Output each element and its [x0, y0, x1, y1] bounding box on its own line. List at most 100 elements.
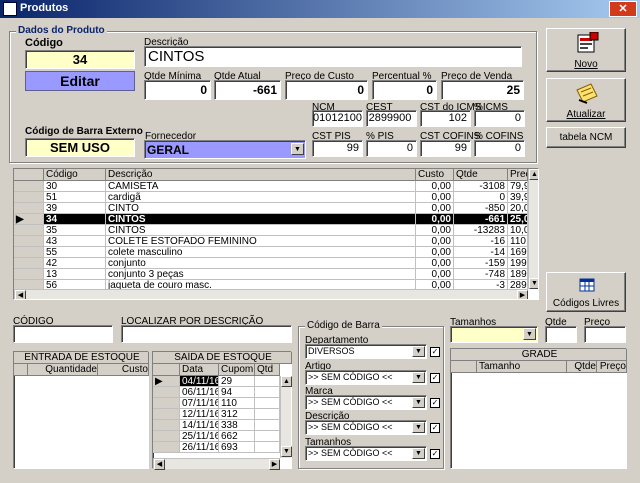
grade-col-qtde[interactable]: Qtde [567, 361, 597, 373]
search-code-input[interactable] [13, 325, 113, 343]
code-field[interactable]: 34 [25, 50, 135, 69]
chevron-down-icon[interactable]: ▼ [291, 143, 304, 155]
saida-col-data[interactable]: Data [180, 364, 219, 376]
cst-icms-field[interactable]: 102 [420, 110, 471, 127]
descricao-select[interactable]: >> SEM CÓDIGO << ▼ [305, 420, 427, 435]
row-indicator[interactable] [14, 181, 44, 192]
chevron-down-icon[interactable]: ▼ [412, 422, 425, 433]
qatual-field[interactable]: -661 [214, 80, 281, 100]
departamento-select[interactable]: DIVERSOS ▼ [305, 344, 427, 359]
saida-row[interactable]: 26/11/16 693 [153, 442, 280, 453]
grade-grid[interactable]: GRADE Tamanho Qtde Preço [450, 348, 627, 469]
col-custo[interactable]: Custo [416, 169, 454, 181]
checkbox-icon[interactable]: ✓ [430, 347, 440, 357]
saida-row-indicator[interactable] [153, 420, 180, 431]
grade-col-preco[interactable]: Preço [597, 361, 627, 373]
fornecedor-select[interactable]: GERAL ▼ [144, 140, 306, 159]
row-indicator[interactable] [14, 192, 44, 203]
search-desc-input[interactable] [121, 325, 292, 343]
scroll-right-icon[interactable]: ▶ [517, 290, 528, 299]
close-button[interactable]: ✕ [609, 1, 637, 17]
col-qtde[interactable]: Qtde [454, 169, 508, 181]
marca-select[interactable]: >> SEM CÓDIGO << ▼ [305, 395, 427, 410]
row-indicator[interactable] [14, 258, 44, 269]
cst-pis-field[interactable]: 99 [312, 140, 363, 157]
saida-scroll-right-icon[interactable]: ▶ [269, 459, 280, 470]
saida-col-qtd[interactable]: Qtd [255, 364, 280, 376]
checkbox-icon[interactable]: ✓ [430, 398, 440, 408]
table-vscroll[interactable]: ▲ ▼ [528, 169, 538, 289]
saida-row-indicator[interactable] [153, 398, 180, 409]
chevron-down-icon[interactable]: ▼ [412, 397, 425, 408]
col-preco[interactable]: Preç [508, 169, 528, 181]
scroll-left-icon[interactable]: ◀ [15, 290, 26, 299]
row-indicator[interactable] [14, 236, 44, 247]
chevron-down-icon[interactable]: ▼ [412, 372, 425, 383]
table-row[interactable]: 39 CINTO 0,00 -850 20,0 [14, 203, 528, 214]
icms-field[interactable]: 0 [474, 110, 525, 127]
scroll-up-icon[interactable]: ▲ [529, 169, 538, 180]
table-row[interactable]: ▶ 34 CINTOS 0,00 -661 25,0 [14, 214, 528, 225]
saida-row-indicator[interactable] [153, 431, 180, 442]
saida-hscroll[interactable]: ◀ ▶ [153, 458, 280, 470]
row-indicator[interactable] [14, 269, 44, 280]
table-hscroll[interactable]: ◀ ▶ [14, 289, 528, 299]
saida-row[interactable]: 06/11/16 94 [153, 387, 280, 398]
novo-button[interactable]: Novo [546, 28, 626, 72]
saida-row[interactable]: 25/11/16 662 [153, 431, 280, 442]
checkbox-icon[interactable]: ✓ [430, 373, 440, 383]
cest-field[interactable]: 2899900 [366, 110, 417, 127]
checkbox-icon[interactable]: ✓ [430, 423, 440, 433]
saida-col-cupom[interactable]: Cupom [219, 364, 255, 376]
venda-field[interactable]: 25 [441, 80, 524, 100]
cofins-field[interactable]: 0 [474, 140, 525, 157]
table-row[interactable]: 43COLETE ESTOFADO FEMININO0,00-16110,0 [14, 236, 528, 247]
codigos-livres-button[interactable]: Códigos Livres [546, 272, 626, 312]
saida-row-indicator[interactable] [153, 387, 180, 398]
row-indicator[interactable]: ▶ [14, 214, 44, 225]
custo-field[interactable]: 0 [285, 80, 368, 100]
preco-input[interactable] [584, 326, 626, 343]
entrada-col-quantidade[interactable]: Quantidade [28, 364, 98, 376]
table-row[interactable]: 35 CINTOS 0,00 -13283 10,0 [14, 225, 528, 236]
qmin-field[interactable]: 0 [144, 80, 211, 100]
checkbox-icon[interactable]: ✓ [430, 449, 440, 459]
table-row[interactable]: 42conjunto0,00-159199,9 [14, 258, 528, 269]
saida-row-indicator[interactable] [153, 409, 180, 420]
saida-row-indicator[interactable]: ▶ [153, 376, 180, 387]
saida-grid[interactable]: SAÍDA DE ESTOQUE Data Cupom Qtd ▶ 04/11/1… [152, 351, 292, 470]
tamanhos-select[interactable]: ▼ [450, 326, 538, 343]
table-row[interactable]: 55colete masculino0,00-14169,9 [14, 247, 528, 258]
scroll-down-icon[interactable]: ▼ [529, 278, 538, 289]
atualizar-button[interactable]: Atualizar [546, 78, 626, 122]
saida-scroll-left-icon[interactable]: ◀ [154, 459, 165, 470]
artigo-select[interactable]: >> SEM CÓDIGO << ▼ [305, 370, 427, 385]
saida-row[interactable]: 07/11/16 110 [153, 398, 280, 409]
saida-scroll-up-icon[interactable]: ▲ [281, 376, 292, 387]
tamanhos-chevron-down-icon[interactable]: ▼ [523, 328, 536, 340]
perc-field[interactable]: 0 [372, 80, 437, 100]
pis-field[interactable]: 0 [366, 140, 417, 157]
grade-col-tamanho[interactable]: Tamanho [477, 361, 567, 373]
table-row[interactable]: 30 CAMISETA 0,00 -3108 79,9 [14, 181, 528, 192]
row-indicator[interactable] [14, 225, 44, 236]
saida-row[interactable]: ▶ 04/11/16 29 [153, 376, 280, 387]
qtde-input[interactable] [545, 326, 577, 343]
chevron-down-icon[interactable]: ▼ [412, 346, 425, 357]
tabela-ncm-button[interactable]: tabela NCM [546, 127, 626, 148]
products-table[interactable]: Código Descrição Custo Qtde Preç 30CAMIS… [13, 168, 539, 300]
saida-row[interactable]: 14/11/16 338 [153, 420, 280, 431]
barcode-field[interactable]: SEM USO [25, 138, 135, 157]
row-indicator[interactable] [14, 247, 44, 258]
cst-cofins-field[interactable]: 99 [420, 140, 471, 157]
chevron-down-icon[interactable]: ▼ [412, 448, 425, 459]
entrada-col-custo[interactable]: Custo [98, 364, 149, 376]
saida-vscroll[interactable]: ▲ ▼ [280, 376, 292, 458]
table-row[interactable]: 51 cardigã 0,00 0 39,9 [14, 192, 528, 203]
row-indicator[interactable] [14, 203, 44, 214]
entrada-grid[interactable]: ENTRADA DE ESTOQUE Quantidade Custo [13, 351, 149, 469]
saida-scroll-down-icon[interactable]: ▼ [281, 446, 292, 457]
ncm-field[interactable]: 01012100 [312, 110, 363, 127]
col-codigo[interactable]: Código [44, 169, 106, 181]
col-descricao[interactable]: Descrição [106, 169, 416, 181]
